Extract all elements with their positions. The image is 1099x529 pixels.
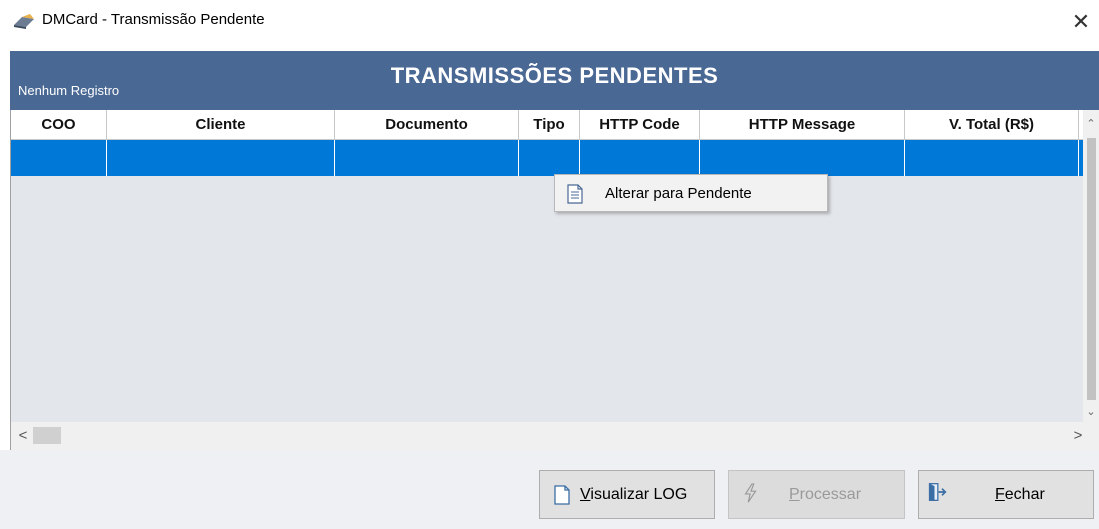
table-cell[interactable] <box>11 140 107 176</box>
column-header-http-message[interactable]: HTTP Message <box>700 110 905 140</box>
column-header-coo[interactable]: COO <box>11 110 107 140</box>
view-log-button[interactable]: Visualizar LOG <box>539 470 715 519</box>
pending-transmissions-grid[interactable]: COO Cliente Documento Tipo HTTP Code HTT… <box>10 110 1099 450</box>
column-header-cliente[interactable]: Cliente <box>107 110 335 140</box>
scroll-down-icon[interactable]: ⌄ <box>1083 402 1099 422</box>
lightning-icon <box>744 483 757 503</box>
menu-item-alterar-pendente[interactable]: Alterar para Pendente <box>605 185 752 202</box>
process-accesskey: P <box>789 486 800 503</box>
process-text: rocessar <box>799 486 862 503</box>
vertical-scroll-thumb[interactable] <box>1087 138 1096 400</box>
column-header-tipo[interactable]: Tipo <box>519 110 580 140</box>
printer-icon <box>14 14 34 29</box>
context-menu: Alterar para Pendente <box>554 174 828 212</box>
horizontal-scrollbar[interactable]: < > <box>11 422 1099 450</box>
process-label: Processar <box>789 486 861 504</box>
table-cell[interactable] <box>335 140 519 176</box>
close-label: Fechar <box>995 486 1045 504</box>
close-accesskey: F <box>995 486 1005 503</box>
table-row[interactable] <box>11 140 1084 176</box>
view-log-accesskey: V <box>580 486 591 503</box>
scroll-left-icon[interactable]: < <box>13 422 33 450</box>
close-icon[interactable]: ✕ <box>1067 6 1095 38</box>
document-icon <box>567 184 583 204</box>
column-header-valor-total[interactable]: V. Total (R$) <box>905 110 1079 140</box>
process-button[interactable]: Processar <box>728 470 905 519</box>
view-log-label: Visualizar LOG <box>580 486 687 504</box>
grid-header-banner: Nenhum Registro TRANSMISSÕES PENDENTES <box>10 51 1099 110</box>
footer-bar: Visualizar LOG Processar Fechar <box>0 450 1099 529</box>
view-log-text: isualizar LOG <box>590 486 688 503</box>
vertical-scrollbar[interactable]: ⌃ ⌄ <box>1083 110 1099 422</box>
column-header-http-code[interactable]: HTTP Code <box>580 110 700 140</box>
close-button[interactable]: Fechar <box>918 470 1094 519</box>
table-cell[interactable] <box>580 140 700 176</box>
table-cell[interactable] <box>700 140 905 176</box>
table-cell[interactable] <box>107 140 335 176</box>
column-header-documento[interactable]: Documento <box>335 110 519 140</box>
close-text: echar <box>1004 486 1045 503</box>
horizontal-scroll-thumb[interactable] <box>33 427 61 444</box>
page-title: TRANSMISSÕES PENDENTES <box>390 63 719 88</box>
title-bar: DMCard - Transmissão Pendente ✕ <box>0 0 1099 44</box>
scroll-up-icon[interactable]: ⌃ <box>1083 114 1099 134</box>
window-title: DMCard - Transmissão Pendente <box>42 11 265 28</box>
grid-column-headers: COO Cliente Documento Tipo HTTP Code HTT… <box>11 110 1084 140</box>
table-cell[interactable] <box>905 140 1079 176</box>
scroll-right-icon[interactable]: > <box>1068 422 1088 450</box>
document-icon <box>554 485 570 505</box>
exit-door-icon <box>928 483 947 502</box>
table-cell[interactable] <box>519 140 580 176</box>
